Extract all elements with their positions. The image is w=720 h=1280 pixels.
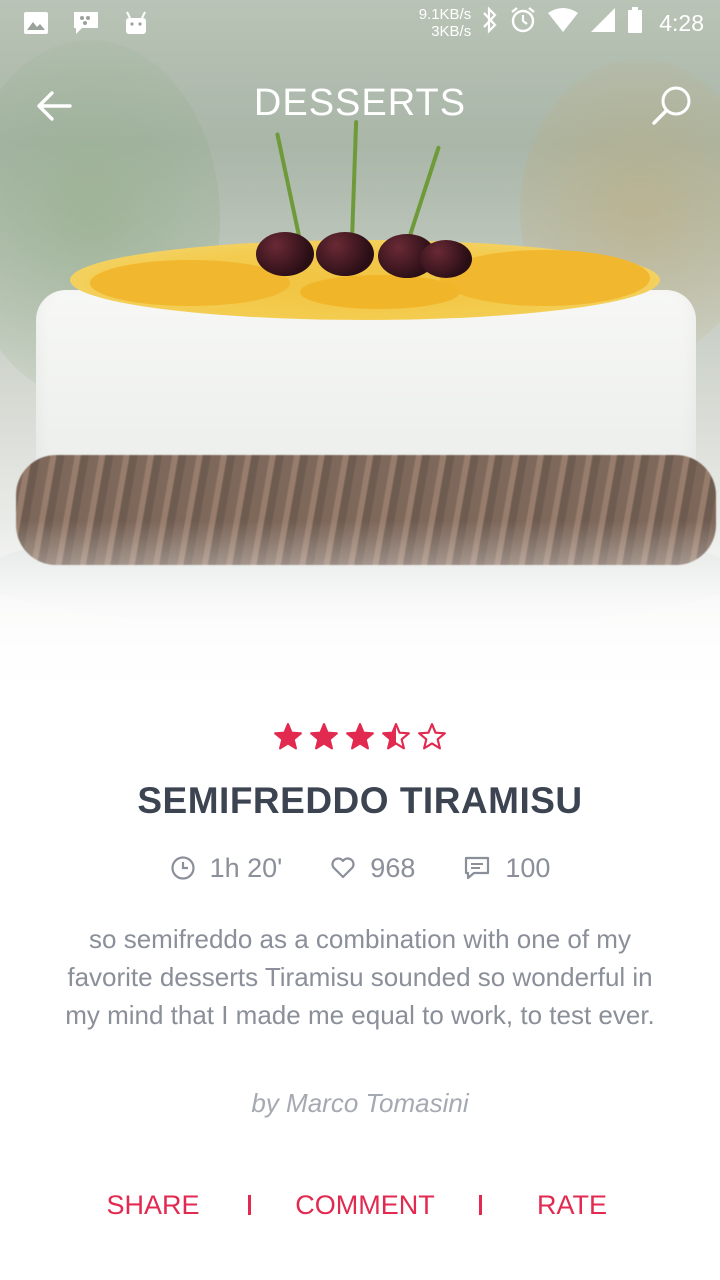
star-full-icon: [310, 723, 338, 750]
action-bar: SHARE COMMENT RATE: [0, 1180, 720, 1230]
cook-time: 1h 20': [170, 852, 283, 884]
cherry: [316, 232, 374, 276]
network-speed: 9.1KB/s 3KB/s: [419, 6, 472, 40]
recipe-description: so semifreddo as a combination with one …: [65, 924, 655, 1030]
cherry: [420, 240, 472, 278]
recipe-title: SEMIFREDDO TIRAMISU: [137, 780, 583, 821]
clock-icon: [170, 856, 195, 880]
star-empty-icon: [418, 723, 446, 750]
comment-icon: [465, 856, 490, 880]
peach-slice: [90, 260, 290, 306]
clock: 4:28: [659, 9, 704, 36]
star-half-icon: [382, 723, 410, 750]
recipe-author: by Marco Tomasini: [251, 1088, 469, 1118]
cook-time-value: 1h 20': [209, 852, 283, 883]
wifi-icon: [547, 7, 579, 39]
comments[interactable]: 100: [463, 853, 550, 884]
share-button[interactable]: SHARE: [58, 1190, 248, 1221]
comment-button[interactable]: COMMENT: [251, 1190, 479, 1221]
recipe-stats: 1h 20' 968 100: [0, 848, 720, 888]
peach-slice: [300, 275, 460, 309]
battery-icon: [627, 6, 643, 40]
android-notification-icon: [122, 10, 150, 36]
gallery-notification-icon: [22, 10, 50, 36]
bbm-notification-icon: [72, 10, 100, 36]
page-title: DESSERTS: [253, 82, 467, 124]
status-bar: 9.1KB/s 3KB/s 4:28: [0, 0, 720, 48]
star-full-icon: [346, 723, 374, 750]
likes[interactable]: 968: [330, 853, 415, 884]
bluetooth-icon: [481, 6, 499, 40]
search-button[interactable]: [650, 84, 694, 128]
download-speed: 9.1KB/s: [418, 6, 472, 23]
alarm-icon: [509, 6, 537, 40]
comments-count: 100: [505, 852, 551, 883]
app-toolbar: DESSERTS: [0, 70, 720, 140]
star-full-icon: [274, 723, 302, 750]
upload-speed: 3KB/s: [431, 23, 472, 40]
star-rating: [0, 722, 720, 758]
heart-icon: [331, 857, 355, 879]
search-icon: [652, 86, 691, 125]
likes-count: 968: [370, 852, 416, 883]
image-fade-overlay: [0, 520, 720, 720]
cell-signal-icon: [589, 7, 617, 39]
rate-button[interactable]: RATE: [482, 1190, 662, 1221]
cherry: [256, 232, 314, 276]
